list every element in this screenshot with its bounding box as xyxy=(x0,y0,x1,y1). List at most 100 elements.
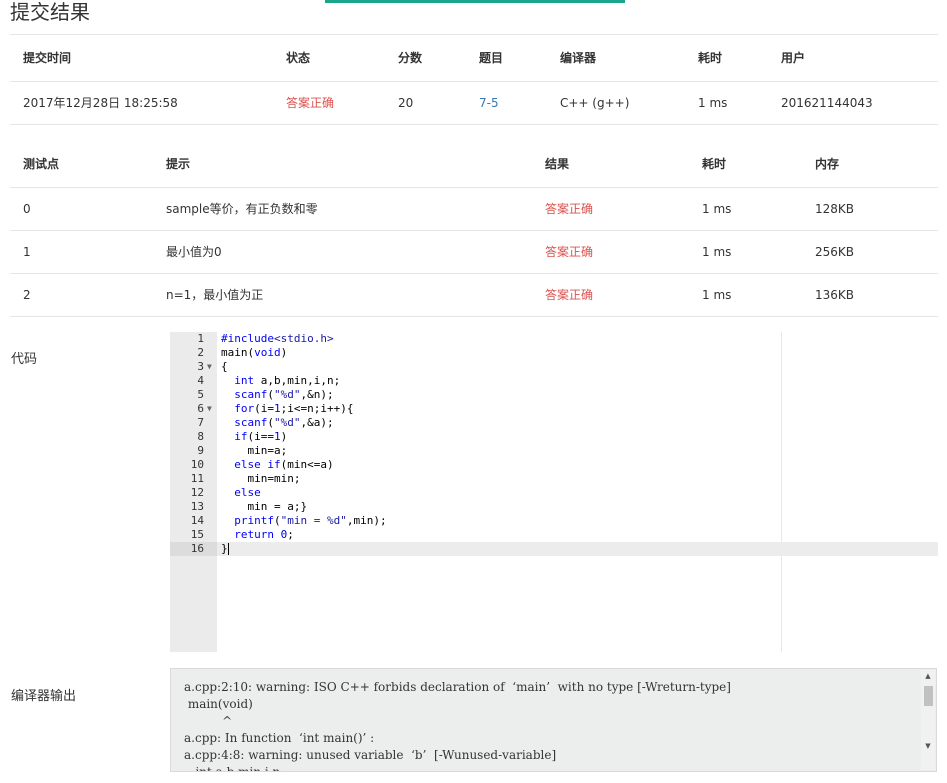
case-memory: 128KB xyxy=(802,187,938,231)
code-line: 15 return 0; xyxy=(170,528,938,542)
scroll-thumb[interactable] xyxy=(924,686,933,706)
code-line: 8 if(i==1) xyxy=(170,430,938,444)
case-hint: 最小值为0 xyxy=(153,230,532,274)
code-section-label: 代码 xyxy=(11,352,38,367)
line-number: 2 xyxy=(197,346,204,359)
code-text: { xyxy=(221,360,228,373)
vertical-scrollbar[interactable]: ▲ ▼ xyxy=(921,670,935,770)
case-hint: n=1，最小值为正 xyxy=(153,273,532,317)
code-text: else if(min<=a) xyxy=(234,458,334,471)
code-line: 7 scanf("%d",&a); xyxy=(170,416,938,430)
line-number: 10 xyxy=(190,458,204,471)
column-header-problem: 题目 xyxy=(466,35,547,82)
line-number: 1 xyxy=(197,332,204,345)
text-cursor xyxy=(227,543,229,555)
case-memory: 136KB xyxy=(802,273,938,317)
submit-time: 2017年12月28日 18:25:58 xyxy=(10,81,273,125)
page-title: 提交结果 xyxy=(10,0,90,24)
code-line: 12 else xyxy=(170,486,938,500)
column-header-hint: 提示 xyxy=(153,141,532,188)
code-line: 2 main(void) xyxy=(170,346,938,360)
test-cases-table: 测试点 提示 结果 耗时 内存 0 sample等价，有正负数和零 答案正确 1… xyxy=(10,141,938,317)
column-header-score: 分数 xyxy=(385,35,466,82)
code-text: else xyxy=(234,486,261,499)
code-line: 13 min = a;} xyxy=(170,500,938,514)
code-text: int a,b,min,i,n; xyxy=(234,374,341,387)
column-header-user: 用户 xyxy=(768,35,938,82)
code-text: min=min; xyxy=(221,472,301,485)
code-line: 5 scanf("%d",&n); xyxy=(170,388,938,402)
code-line: 11 min=min; xyxy=(170,472,938,486)
scroll-down-icon[interactable]: ▼ xyxy=(921,740,935,752)
column-header-case: 测试点 xyxy=(10,141,153,188)
code-text: min = a;} xyxy=(221,500,308,513)
code-line-active: 16 } xyxy=(170,542,938,556)
code-line: 14 printf("min = %d",min); xyxy=(170,514,938,528)
line-number: 9 xyxy=(197,444,204,457)
code-text: if(i==1) xyxy=(234,430,288,443)
column-header-time: 耗时 xyxy=(689,141,802,188)
code-text: main(void) xyxy=(221,346,288,359)
column-header-compiler: 编译器 xyxy=(547,35,685,82)
line-number: 4 xyxy=(197,374,204,387)
scroll-up-icon[interactable]: ▲ xyxy=(921,670,935,682)
column-header-submit-time: 提交时间 xyxy=(10,35,273,82)
case-id: 1 xyxy=(10,230,153,274)
code-text: for(i=1;i<=n;i++){ xyxy=(234,402,354,415)
case-time: 1 ms xyxy=(689,230,802,274)
line-number: 7 xyxy=(197,416,204,429)
case-time: 1 ms xyxy=(689,273,802,317)
case-hint: sample等价，有正负数和零 xyxy=(153,187,532,231)
compiler-output-box[interactable]: a.cpp:2:10: warning: ISO C++ forbids dec… xyxy=(170,668,937,772)
code-line: 4 int a,b,min,i,n; xyxy=(170,374,938,388)
column-header-status: 状态 xyxy=(273,35,385,82)
case-id: 0 xyxy=(10,187,153,231)
code-line: 10 else if(min<=a) xyxy=(170,458,938,472)
code-text: min=a; xyxy=(221,444,288,457)
table-row: 2 n=1，最小值为正 答案正确 1 ms 136KB xyxy=(10,273,938,317)
table-row: 0 sample等价，有正负数和零 答案正确 1 ms 128KB xyxy=(10,187,938,231)
line-number: 14 xyxy=(190,514,204,527)
table-row: 2017年12月28日 18:25:58 答案正确 20 7-5 C++ (g+… xyxy=(10,81,938,125)
code-text: } xyxy=(221,542,229,555)
code-text: printf("min = %d",min); xyxy=(234,514,387,527)
fold-arrow-icon[interactable]: ▼ xyxy=(207,360,212,374)
code-text: #include<stdio.h> xyxy=(221,332,334,345)
user-id: 201621144043 xyxy=(768,81,938,125)
line-number: 13 xyxy=(190,500,204,513)
status-badge: 答案正确 xyxy=(273,81,385,125)
code-line: 3 ▼ { xyxy=(170,360,938,374)
line-number: 15 xyxy=(190,528,204,541)
column-header-time: 耗时 xyxy=(685,35,768,82)
line-number: 5 xyxy=(197,388,204,401)
case-time: 1 ms xyxy=(689,187,802,231)
table-header-row: 测试点 提示 结果 耗时 内存 xyxy=(10,141,938,188)
line-number: 11 xyxy=(190,472,204,485)
top-accent-bar xyxy=(325,0,625,3)
case-memory: 256KB xyxy=(802,230,938,274)
code-text: scanf("%d",&a); xyxy=(234,416,334,429)
code-line: 1 #include<stdio.h> xyxy=(170,332,938,346)
code-text: scanf("%d",&n); xyxy=(234,388,334,401)
compiler-output-text: a.cpp:2:10: warning: ISO C++ forbids dec… xyxy=(184,680,731,772)
column-header-result: 结果 xyxy=(532,141,689,188)
code-line: 6 ▼ for(i=1;i<=n;i++){ xyxy=(170,402,938,416)
column-header-memory: 内存 xyxy=(802,141,938,188)
code-line: 9 min=a; xyxy=(170,444,938,458)
line-number: 16 xyxy=(170,542,217,556)
fold-arrow-icon[interactable]: ▼ xyxy=(207,402,212,416)
line-number: 12 xyxy=(190,486,204,499)
case-result: 答案正确 xyxy=(532,187,689,231)
case-result: 答案正确 xyxy=(532,273,689,317)
table-row: 1 最小值为0 答案正确 1 ms 256KB xyxy=(10,230,938,274)
table-header-row: 提交时间 状态 分数 题目 编译器 耗时 用户 xyxy=(10,35,938,82)
score: 20 xyxy=(385,81,466,125)
case-result: 答案正确 xyxy=(532,230,689,274)
line-number: 8 xyxy=(197,430,204,443)
code-text: return 0; xyxy=(234,528,294,541)
submission-summary-table: 提交时间 状态 分数 题目 编译器 耗时 用户 2017年12月28日 18:2… xyxy=(10,35,938,125)
problem-link[interactable]: 7-5 xyxy=(479,96,499,110)
code-editor[interactable]: 1 #include<stdio.h> 2 main(void) 3 ▼ { 4… xyxy=(170,332,938,652)
compiler: C++ (g++) xyxy=(547,81,685,125)
time-cost: 1 ms xyxy=(685,81,768,125)
